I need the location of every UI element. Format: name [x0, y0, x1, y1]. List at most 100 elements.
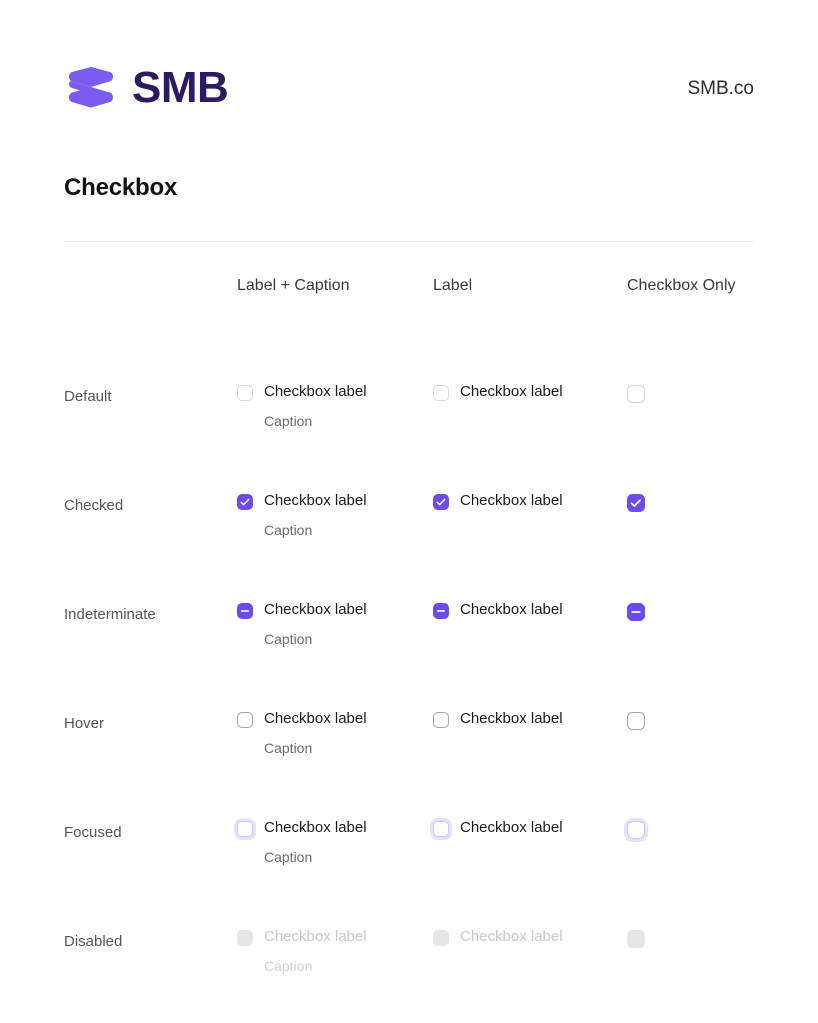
checkbox-indeterminate-label-caption[interactable]: Checkbox label Caption	[237, 601, 433, 648]
checkbox-spec-page: SMB SMB.co Checkbox Label + Caption Labe…	[0, 0, 818, 1019]
cell-checked-label: Checkbox label	[433, 478, 627, 511]
site-link[interactable]: SMB.co	[687, 79, 754, 98]
checkbox-box-focused[interactable]	[433, 821, 449, 837]
checkbox-text-group: Checkbox label	[460, 928, 563, 947]
cell-focused-checkbox-only	[627, 805, 764, 839]
cell-focused-label-caption: Checkbox label Caption	[237, 805, 433, 866]
checkbox-box-checked[interactable]	[433, 494, 449, 510]
cell-hover-label: Checkbox label	[433, 696, 627, 729]
table-row: Hover Checkbox label Caption Checkbox la…	[64, 696, 764, 805]
cell-disabled-label-caption: Checkbox label Caption	[237, 914, 433, 975]
dash-icon	[238, 604, 252, 618]
checkbox-caption: Caption	[264, 739, 313, 756]
checkbox-checked-only[interactable]	[627, 492, 764, 512]
checkbox-text-group: Checkbox label	[460, 383, 563, 402]
column-header-checkbox-only: Checkbox Only	[627, 277, 736, 294]
title-divider	[64, 241, 754, 242]
cell-checked-checkbox-only	[627, 478, 764, 512]
brand[interactable]: SMB	[64, 61, 229, 115]
checkbox-text-group: Checkbox label Caption	[264, 601, 367, 648]
row-label-hover: Hover	[64, 715, 105, 732]
checkbox-indeterminate-label[interactable]: Checkbox label	[433, 601, 627, 620]
table-row: Default Checkbox label Caption Checkbox …	[64, 369, 764, 478]
checkbox-box-default[interactable]	[627, 385, 645, 403]
checkbox-label: Checkbox label	[264, 383, 367, 400]
checkbox-box-focused[interactable]	[627, 821, 645, 839]
checkbox-text-group: Checkbox label Caption	[264, 492, 367, 539]
checkbox-box-checked[interactable]	[627, 494, 645, 512]
column-header-label: Label	[433, 277, 473, 294]
checkbox-text-group: Checkbox label Caption	[264, 928, 367, 975]
cell-focused-label: Checkbox label	[433, 805, 627, 838]
dash-icon	[434, 604, 448, 618]
matrix-header-row: Label + Caption Label Checkbox Only	[64, 274, 764, 369]
smb-ribbon-logo-icon	[64, 61, 118, 115]
checkmark-icon	[434, 495, 448, 509]
table-row: Focused Checkbox label Caption Checkbox …	[64, 805, 764, 914]
checkbox-disabled-label-caption: Checkbox label Caption	[237, 928, 433, 975]
checkbox-box-disabled	[237, 930, 253, 946]
cell-default-checkbox-only	[627, 369, 764, 403]
row-label-focused: Focused	[64, 824, 122, 841]
dash-icon	[628, 604, 644, 620]
checkbox-focused-label-caption[interactable]: Checkbox label Caption	[237, 819, 433, 866]
checkbox-box-focused[interactable]	[237, 821, 253, 837]
checkbox-label: Checkbox label	[460, 928, 563, 945]
checkbox-focused-only[interactable]	[627, 819, 764, 839]
cell-disabled-checkbox-only	[627, 914, 764, 948]
checkbox-default-only[interactable]	[627, 383, 764, 403]
checkbox-text-group: Checkbox label Caption	[264, 819, 367, 866]
checkbox-box-hover[interactable]	[627, 712, 645, 730]
checkbox-indeterminate-only[interactable]	[627, 601, 764, 621]
checkbox-text-group: Checkbox label	[460, 601, 563, 620]
brand-wordmark: SMB	[132, 63, 229, 112]
checkbox-box-hover[interactable]	[237, 712, 253, 728]
checkbox-box-default[interactable]	[237, 385, 253, 401]
checkbox-label: Checkbox label	[264, 492, 367, 509]
checkbox-caption: Caption	[264, 957, 313, 974]
checkbox-default-label-caption[interactable]: Checkbox label Caption	[237, 383, 433, 430]
table-row: Indeterminate Checkbox label Caption Che…	[64, 587, 764, 696]
checkbox-checked-label[interactable]: Checkbox label	[433, 492, 627, 511]
checkbox-text-group: Checkbox label Caption	[264, 383, 367, 430]
checkbox-label: Checkbox label	[460, 710, 563, 727]
checkbox-box-indeterminate[interactable]	[237, 603, 253, 619]
cell-checked-label-caption: Checkbox label Caption	[237, 478, 433, 539]
row-label-indeterminate: Indeterminate	[64, 606, 156, 623]
checkbox-focused-label[interactable]: Checkbox label	[433, 819, 627, 838]
checkbox-hover-only[interactable]	[627, 710, 764, 730]
table-row: Checked Checkbox label Caption Checkbox …	[64, 478, 764, 587]
checkbox-label: Checkbox label	[264, 710, 367, 727]
checkbox-default-label[interactable]: Checkbox label	[433, 383, 627, 402]
cell-disabled-label: Checkbox label	[433, 914, 627, 947]
checkbox-label: Checkbox label	[264, 928, 367, 945]
checkbox-box-indeterminate[interactable]	[627, 603, 645, 621]
checkbox-box-checked[interactable]	[237, 494, 253, 510]
checkbox-box-disabled	[627, 930, 645, 948]
cell-indeterminate-checkbox-only	[627, 587, 764, 621]
checkbox-hover-label[interactable]: Checkbox label	[433, 710, 627, 729]
checkbox-caption: Caption	[264, 412, 313, 429]
cell-default-label: Checkbox label	[433, 369, 627, 402]
checkbox-box-disabled	[433, 930, 449, 946]
checkbox-label: Checkbox label	[264, 819, 367, 836]
checkbox-hover-label-caption[interactable]: Checkbox label Caption	[237, 710, 433, 757]
checkbox-state-matrix: Label + Caption Label Checkbox Only Defa…	[64, 274, 764, 1023]
page-title: Checkbox	[64, 174, 178, 201]
matrix-corner-cell	[64, 274, 237, 276]
checkbox-label: Checkbox label	[460, 601, 563, 618]
checkbox-box-default[interactable]	[433, 385, 449, 401]
checkbox-box-indeterminate[interactable]	[433, 603, 449, 619]
row-label-checked: Checked	[64, 497, 124, 514]
column-header-label-caption: Label + Caption	[237, 277, 350, 294]
checkbox-box-hover[interactable]	[433, 712, 449, 728]
checkbox-label: Checkbox label	[460, 492, 563, 509]
checkbox-disabled-label: Checkbox label	[433, 928, 627, 947]
checkbox-caption: Caption	[264, 848, 313, 865]
checkbox-checked-label-caption[interactable]: Checkbox label Caption	[237, 492, 433, 539]
checkbox-label: Checkbox label	[264, 601, 367, 618]
cell-indeterminate-label: Checkbox label	[433, 587, 627, 620]
checkmark-icon	[628, 495, 644, 511]
table-row: Disabled Checkbox label Caption Checkbox…	[64, 914, 764, 1023]
checkbox-text-group: Checkbox label	[460, 819, 563, 838]
